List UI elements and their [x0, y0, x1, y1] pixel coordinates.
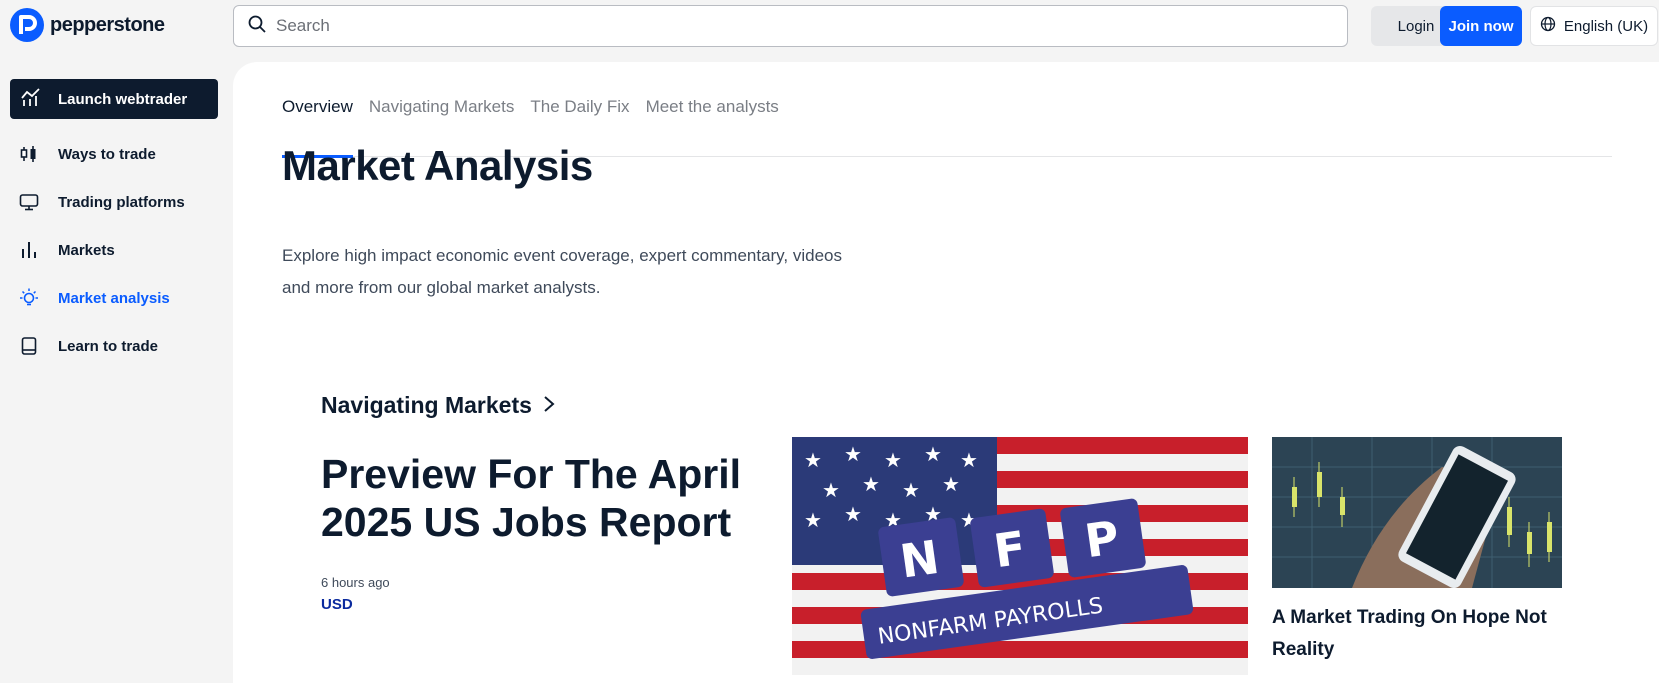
- sidebar-item-label: Trading platforms: [58, 193, 185, 211]
- main-content: Overview Navigating Markets The Daily Fi…: [233, 62, 1659, 683]
- nfp-letter-n: N: [897, 530, 943, 589]
- launch-webtrader-label: Launch webtrader: [58, 90, 188, 108]
- sidebar-item-label: Markets: [58, 241, 115, 259]
- svg-text:★: ★: [960, 448, 978, 472]
- svg-text:★: ★: [924, 442, 942, 466]
- brand-logo[interactable]: pepperstone: [10, 8, 165, 42]
- secondary-article-image[interactable]: [1272, 437, 1562, 588]
- language-selector[interactable]: English (UK): [1530, 6, 1658, 46]
- candlestick-icon: [18, 143, 40, 165]
- featured-article-title[interactable]: Preview For The April 2025 US Jobs Repor…: [321, 450, 751, 546]
- sidebar-item-market-analysis[interactable]: Market analysis: [18, 287, 170, 309]
- chevron-right-icon: [542, 392, 556, 419]
- sidebar-item-label: Learn to trade: [58, 337, 159, 355]
- sidebar-item-ways-to-trade[interactable]: Ways to trade: [18, 143, 156, 165]
- page-description: Explore high impact economic event cover…: [282, 246, 843, 297]
- featured-article-time: 6 hours ago: [321, 575, 390, 590]
- search-input[interactable]: [276, 16, 1276, 36]
- page-title: Market Analysis: [282, 142, 593, 189]
- svg-text:★: ★: [884, 448, 902, 472]
- svg-text:★: ★: [822, 478, 840, 502]
- section-title: Navigating Markets: [321, 392, 532, 418]
- search-bar[interactable]: [233, 5, 1348, 47]
- svg-text:★: ★: [942, 472, 960, 496]
- bar-chart-icon: [18, 239, 40, 261]
- svg-text:★: ★: [804, 508, 822, 532]
- globe-icon: [1540, 16, 1556, 36]
- svg-text:★: ★: [902, 478, 920, 502]
- brand-name: pepperstone: [50, 13, 165, 36]
- book-icon: [18, 335, 40, 357]
- sidebar-item-markets[interactable]: Markets: [18, 239, 115, 261]
- webtrader-icon: [20, 86, 42, 112]
- featured-article-tag[interactable]: USD: [321, 596, 353, 613]
- svg-text:★: ★: [844, 442, 862, 466]
- join-now-button[interactable]: Join now: [1440, 6, 1522, 46]
- secondary-article-title[interactable]: A Market Trading On Hope Not Reality: [1272, 602, 1572, 666]
- pepperstone-logo-icon: [10, 8, 44, 42]
- tab-meet-the-analysts[interactable]: Meet the analysts: [646, 92, 779, 157]
- svg-text:★: ★: [844, 502, 862, 526]
- sidebar-item-label: Ways to trade: [58, 145, 156, 163]
- svg-text:★: ★: [862, 472, 880, 496]
- lightbulb-icon: [18, 287, 40, 309]
- search-icon: [248, 15, 266, 38]
- language-label: English (UK): [1563, 17, 1649, 35]
- monitor-icon: [18, 191, 40, 213]
- featured-article-image[interactable]: ★ ★ ★ ★ ★ ★ ★ ★ ★ ★ ★ ★ ★ ★ N F P NONFARM PAYROLLS: [792, 437, 1248, 675]
- launch-webtrader-button[interactable]: Launch webtrader: [10, 79, 218, 119]
- section-heading-link[interactable]: Navigating Markets: [321, 392, 556, 419]
- sidebar-item-trading-platforms[interactable]: Trading platforms: [18, 191, 185, 213]
- svg-text:★: ★: [804, 448, 822, 472]
- sidebar-item-learn-to-trade[interactable]: Learn to trade: [18, 335, 158, 357]
- sidebar-item-label: Market analysis: [58, 289, 170, 307]
